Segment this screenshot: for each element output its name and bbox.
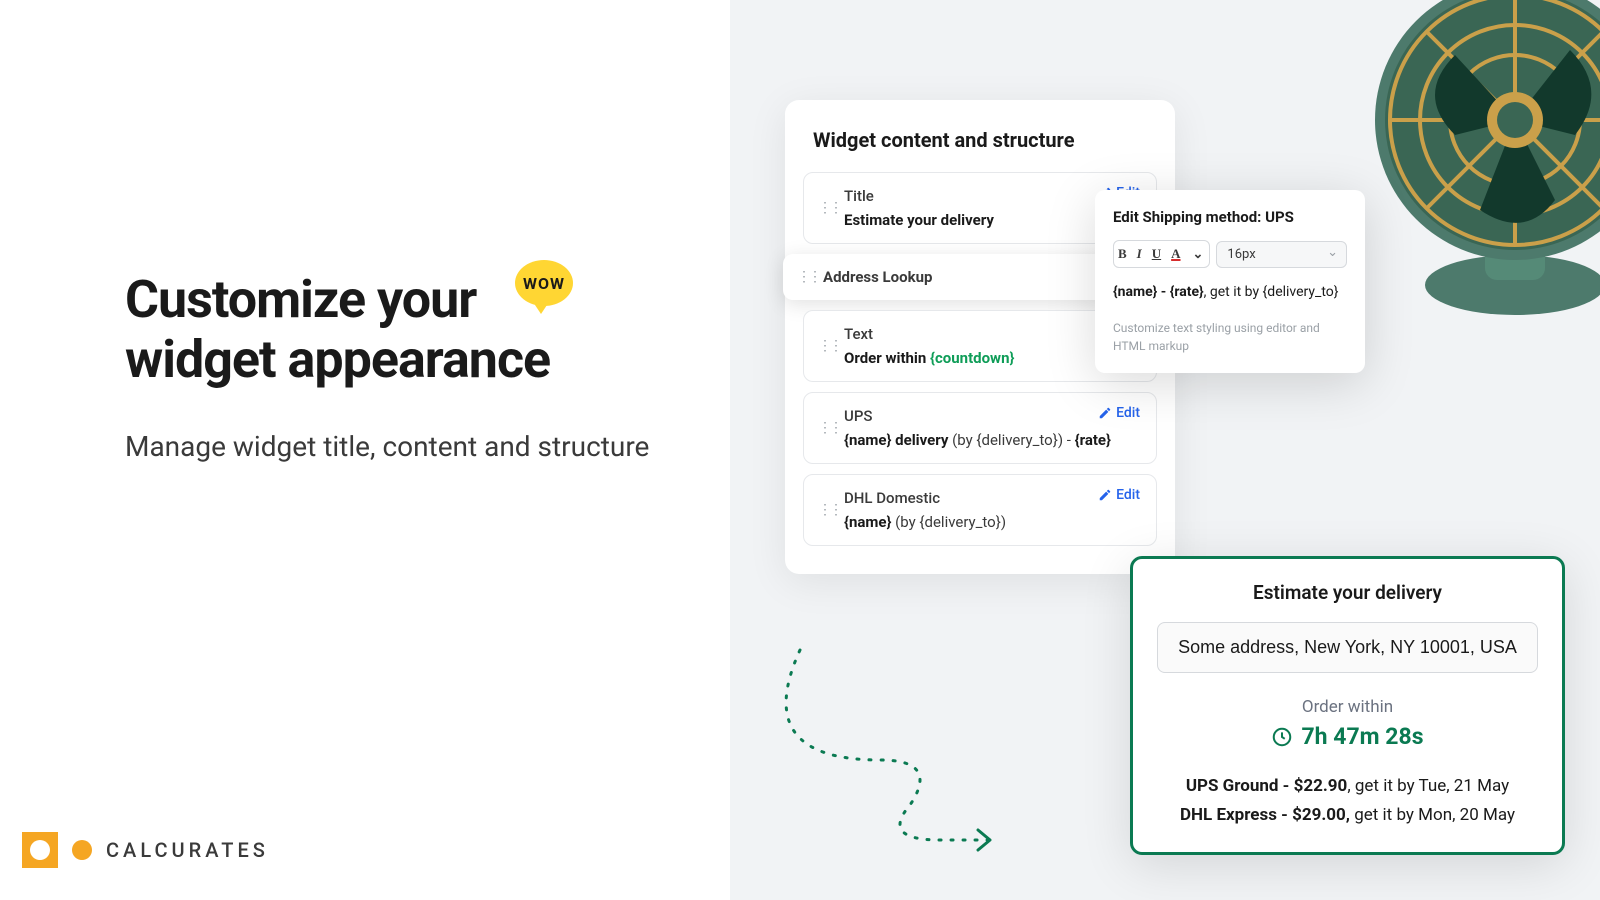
edit-button[interactable]: Edit <box>1098 487 1140 503</box>
chevron-down-icon[interactable]: ⌄ <box>1191 246 1206 262</box>
countdown-timer: 7h 47m 28s <box>1157 723 1538 750</box>
drag-handle-icon[interactable] <box>818 507 840 513</box>
preview-title: Estimate your delivery <box>1157 581 1538 604</box>
brand-logo: CALCURATES <box>22 832 269 868</box>
italic-button[interactable]: I <box>1137 246 1142 262</box>
bold-button[interactable]: B <box>1118 246 1127 262</box>
edit-button[interactable]: Edit <box>1098 405 1140 421</box>
drag-handle-icon[interactable] <box>797 274 819 280</box>
editor-hint: Customize text styling using editor and … <box>1113 319 1347 355</box>
logo-dot-icon <box>72 840 92 860</box>
underline-button[interactable]: U <box>1152 246 1161 262</box>
widget-item-dhl[interactable]: DHL Domestic {name} (by {delivery_to}) E… <box>803 474 1157 546</box>
page-headline: Customize yourwidget appearance <box>125 270 685 390</box>
clock-icon <box>1271 726 1293 748</box>
address-input[interactable] <box>1157 622 1538 673</box>
item-value: {name} (by {delivery_to}) <box>844 513 1140 531</box>
item-label: DHL Domestic <box>844 489 1140 507</box>
arrow-illustration <box>760 640 1010 860</box>
drag-handle-icon[interactable] <box>818 205 840 211</box>
item-value: {name} delivery (by {delivery_to}) - {ra… <box>844 431 1140 449</box>
text-color-button[interactable]: A <box>1171 246 1180 262</box>
settings-card-title: Widget content and structure <box>813 128 1157 152</box>
editor-toolbar: B I U A ⌄ 16px <box>1113 240 1347 268</box>
pencil-icon <box>1098 406 1112 420</box>
widget-item-ups[interactable]: UPS {name} delivery (by {delivery_to}) -… <box>803 392 1157 464</box>
pencil-icon <box>1098 488 1112 502</box>
drag-handle-icon[interactable] <box>818 425 840 431</box>
shipping-options: UPS Ground - $22.90, get it by Tue, 21 M… <box>1157 772 1538 830</box>
item-label: UPS <box>844 407 1140 425</box>
drag-handle-icon[interactable] <box>818 343 840 349</box>
preview-widget: Estimate your delivery Order within 7h 4… <box>1130 556 1565 855</box>
wow-badge: WOW <box>515 260 573 306</box>
page-subheadline: Manage widget title, content and structu… <box>125 425 685 468</box>
editor-title: Edit Shipping method: UPS <box>1113 208 1347 226</box>
logo-text: CALCURATES <box>106 838 269 862</box>
format-buttons: B I U A ⌄ <box>1113 240 1210 268</box>
editor-content[interactable]: {name} - {rate}, get it by {delivery_to} <box>1113 282 1347 303</box>
font-size-select[interactable]: 16px <box>1216 241 1347 268</box>
logo-square-icon <box>22 832 58 868</box>
order-within-label: Order within <box>1157 697 1538 717</box>
editor-popup: Edit Shipping method: UPS B I U A ⌄ 16px… <box>1095 190 1365 373</box>
